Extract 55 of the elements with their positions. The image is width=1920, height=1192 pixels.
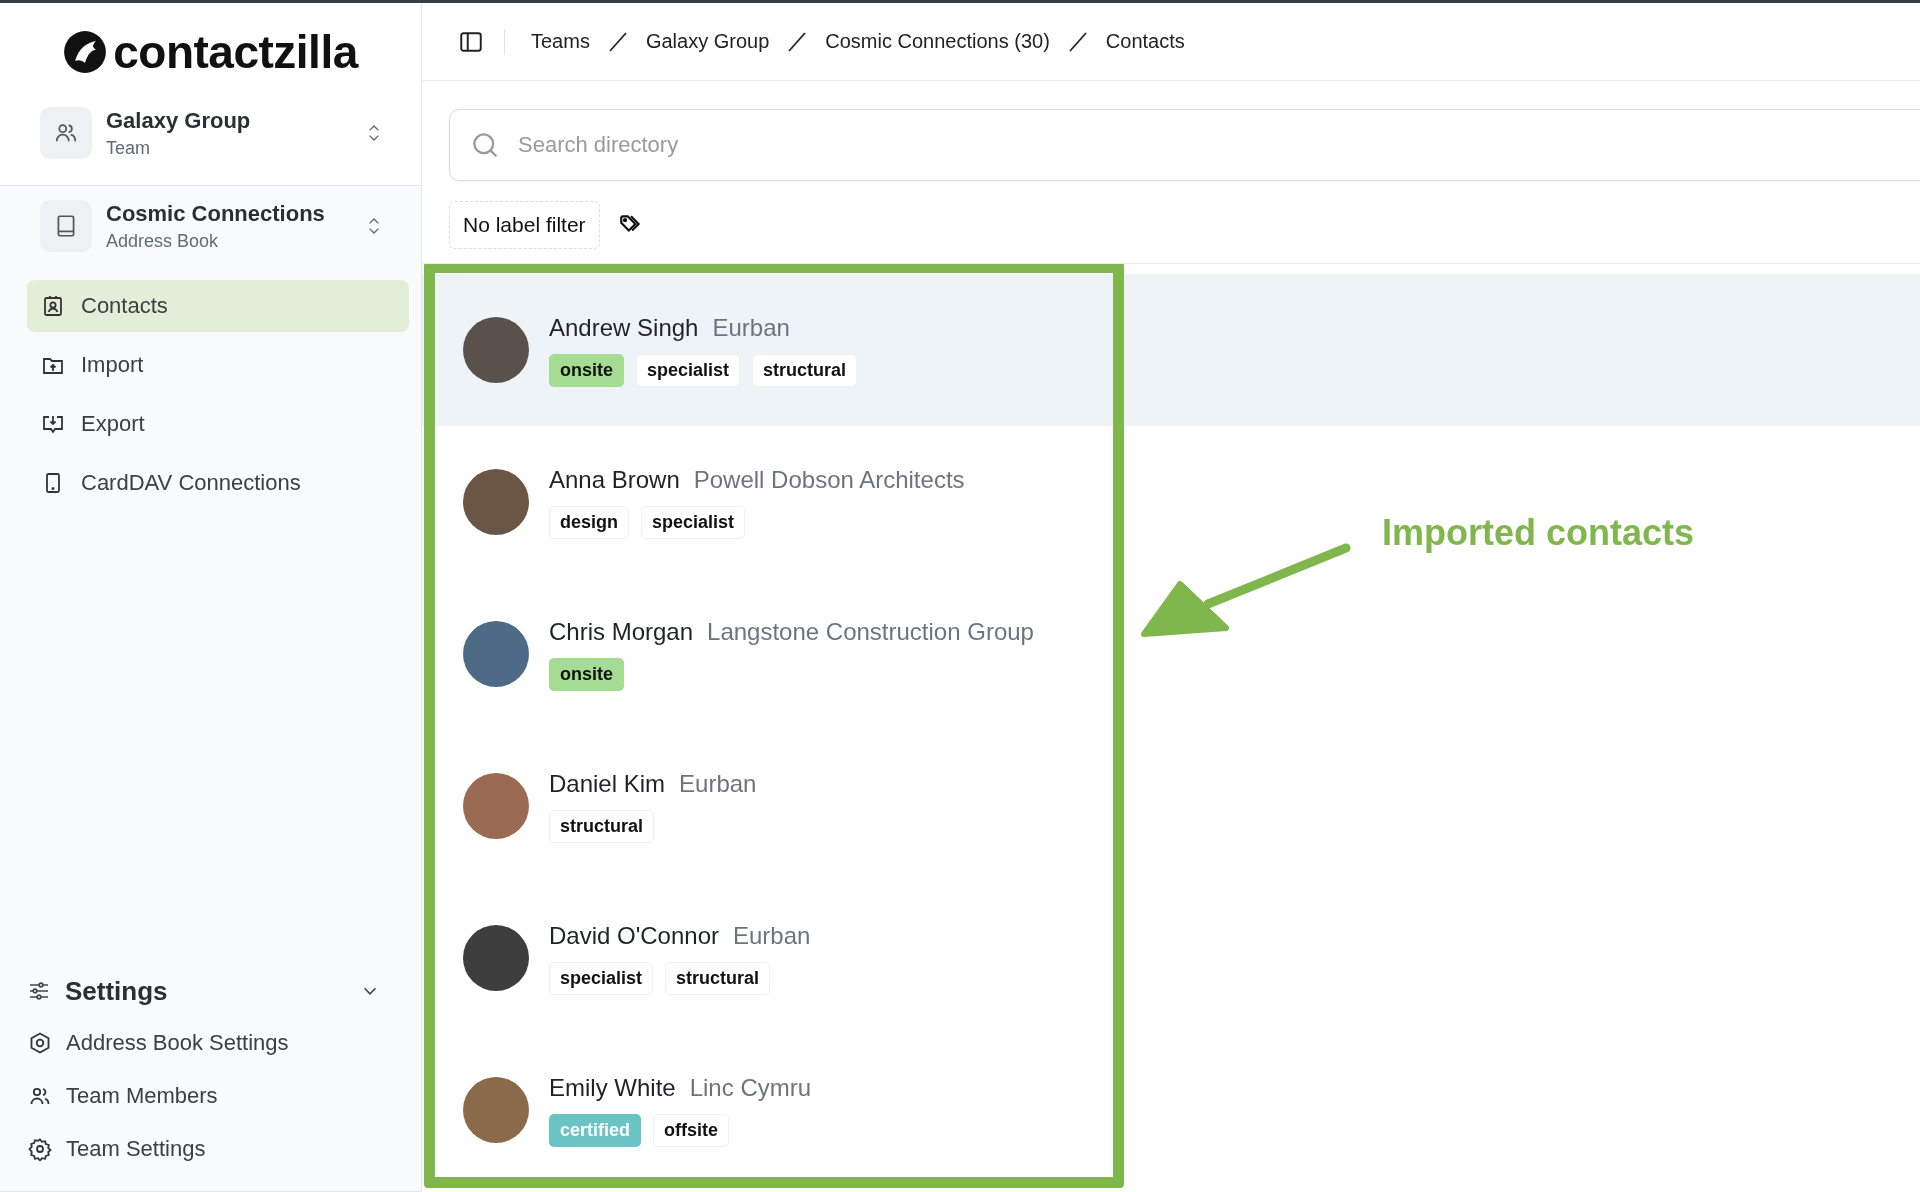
team-switcher[interactable]: Galaxy Group Team: [0, 107, 421, 159]
settings-item[interactable]: Team Members: [27, 1069, 218, 1122]
breadcrumb-link[interactable]: Galaxy Group: [645, 30, 770, 53]
address-book-switcher[interactable]: Cosmic Connections Address Book: [0, 200, 421, 252]
nav-item[interactable]: Import: [27, 339, 409, 391]
settings-toggle[interactable]: Settings: [27, 966, 381, 1016]
contact-row[interactable]: David O'Connor Eurban specialist structural: [422, 882, 1120, 1034]
tag: structural: [665, 961, 771, 995]
nav-item[interactable]: Contacts: [27, 280, 409, 332]
contact-card-icon: [41, 294, 65, 318]
breadcrumb-link[interactable]: Contacts: [1105, 30, 1185, 53]
hexagon-icon: [28, 1030, 52, 1055]
label-filter-button[interactable]: No label filter: [449, 201, 600, 249]
company-name: Linc Cymru: [689, 1073, 812, 1102]
tag: offsite: [653, 1113, 730, 1147]
book-icon: [40, 200, 92, 252]
breadcrumb-link[interactable]: Teams: [531, 30, 590, 53]
company-name: Eurban: [679, 769, 757, 798]
contact-row[interactable]: Chris Morgan Langstone Construction Group onsite: [422, 578, 1120, 730]
contact-row[interactable]: Daniel Kim Eurban structural: [422, 730, 1120, 882]
tag: structural: [752, 353, 858, 387]
settings-icon: [28, 1136, 52, 1161]
search-input[interactable]: Search directory: [516, 131, 1919, 159]
nav-item[interactable]: Export: [27, 398, 409, 450]
annotation-label: Imported contacts: [1382, 512, 1695, 554]
nav-item[interactable]: CardDAV Connections: [27, 457, 409, 509]
contact-name: Anna Brown: [549, 465, 680, 494]
breadcrumb-link[interactable]: Cosmic Connections (30): [825, 30, 1050, 53]
logo-text: contactzilla: [113, 25, 358, 79]
company-name: Powell Dobson Architects: [693, 465, 965, 494]
tag: onsite: [549, 657, 624, 691]
company-name: Eurban: [733, 921, 811, 950]
tag: structural: [549, 809, 655, 843]
settings-item[interactable]: Address Book Settings: [27, 1016, 289, 1069]
users-icon: [40, 107, 92, 159]
tag: specialist: [636, 353, 741, 387]
logo-icon: [63, 30, 108, 74]
company-name: Eurban: [712, 313, 790, 342]
contact-name: David O'Connor: [549, 921, 719, 950]
tag: design: [549, 505, 629, 539]
tag: specialist: [549, 961, 654, 995]
tag: specialist: [641, 505, 746, 539]
company-name: Langstone Construction Group: [707, 617, 1034, 646]
contact-name: Andrew Singh: [549, 313, 699, 342]
contact-name: Daniel Kim: [549, 769, 666, 798]
tag: certified: [549, 1113, 642, 1147]
contact-row[interactable]: Anna Brown Powell Dobson Architects design specialist: [422, 426, 1120, 578]
settings-item[interactable]: Team Settings: [27, 1122, 206, 1175]
tag: onsite: [549, 353, 624, 387]
search-field[interactable]: Search directory: [449, 109, 1920, 181]
contact-row[interactable]: Emily White Linc Cymru certified offsite: [422, 1034, 1120, 1186]
contact-name: Chris Morgan: [549, 617, 694, 646]
contact-name: Emily White: [549, 1073, 676, 1102]
search-icon: [470, 130, 500, 160]
sliders-icon: [27, 979, 51, 1003]
